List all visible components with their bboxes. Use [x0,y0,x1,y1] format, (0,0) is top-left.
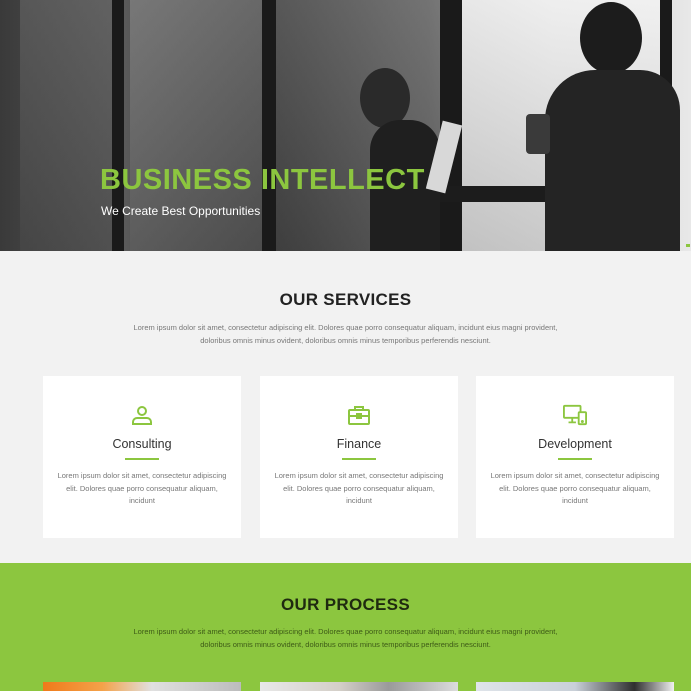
process-title: OUR PROCESS [281,595,410,614]
process-section: OUR PROCESS Lorem ipsum dolor sit amet, … [0,563,691,691]
process-image[interactable] [260,682,458,691]
card-title: Development [538,437,612,451]
man-silhouette [545,70,680,251]
card-text: Lorem ipsum dolor sit amet, consectetur … [490,471,660,505]
coffee-cup [526,114,550,154]
service-card-finance[interactable]: Finance Lorem ipsum dolor sit amet, cons… [260,376,458,538]
card-divider [342,458,376,460]
card-text: Lorem ipsum dolor sit amet, consectetur … [57,471,227,505]
window-frame [262,0,276,251]
card-divider [558,458,592,460]
service-card-development[interactable]: Development Lorem ipsum dolor sit amet, … [476,376,674,538]
card-text: Lorem ipsum dolor sit amet, consectetur … [274,471,444,505]
process-image[interactable] [43,682,241,691]
process-description: Lorem ipsum dolor sit amet, consectetur … [133,627,558,649]
devices-icon [563,404,587,426]
card-title: Finance [336,437,382,451]
card-title: Consulting [112,437,172,451]
man-silhouette-head [580,2,642,74]
slider-indicator[interactable] [686,244,690,247]
process-image[interactable] [476,682,674,691]
card-divider [125,458,159,460]
service-card-consulting[interactable]: Consulting Lorem ipsum dolor sit amet, c… [43,376,241,538]
briefcase-icon [348,406,370,425]
hero-subtitle: We Create Best Opportunities [101,204,261,218]
hero-banner: BUSINESS INTELLECT We Create Best Opport… [0,0,691,251]
hero-title: BUSINESS INTELLECT [100,164,425,196]
services-description: Lorem ipsum dolor sit amet, consectetur … [133,323,558,345]
user-icon [132,406,152,425]
services-title: OUR SERVICES [279,290,412,309]
woman-silhouette-head [360,68,410,128]
